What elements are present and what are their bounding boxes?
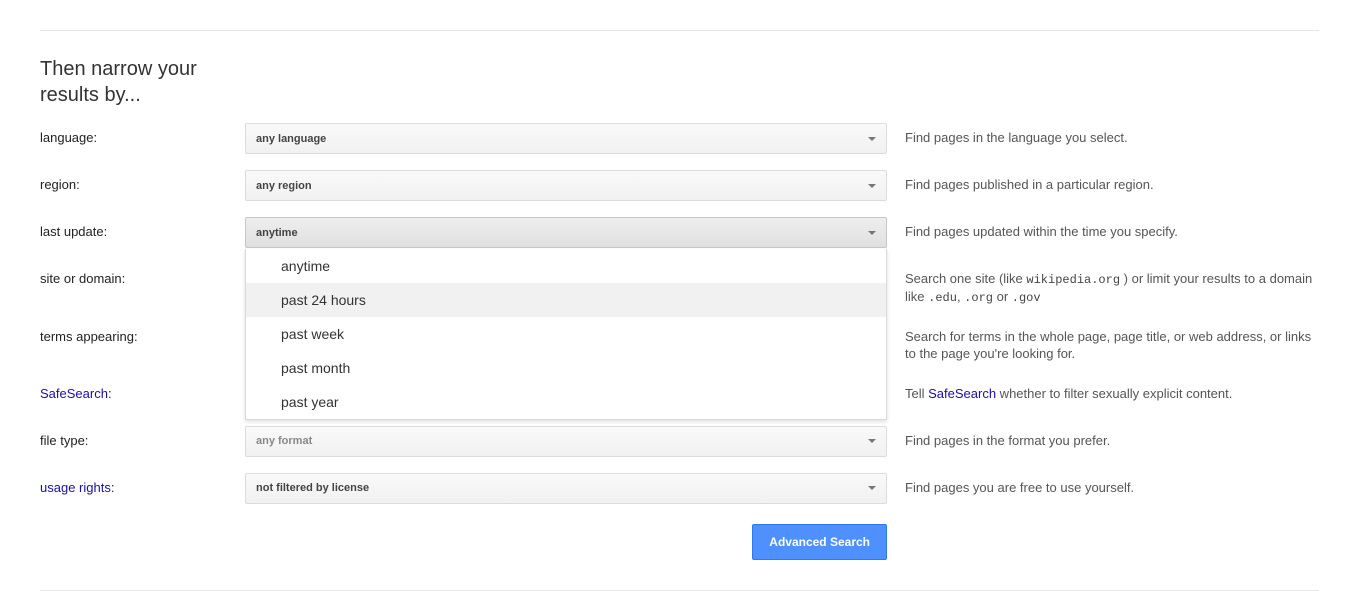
chevron-down-icon [868,184,876,188]
label-safesearch: SafeSearch: [40,379,245,401]
hint-terms: Search for terms in the whole page, page… [887,322,1319,363]
hint-safesearch: Tell SafeSearch whether to filter sexual… [887,379,1319,403]
safesearch-link[interactable]: SafeSearch [40,386,108,401]
row-region: region: any region Find pages published … [40,170,1319,201]
row-last-update: last update: anytime anytime past 24 hou… [40,217,1319,248]
dropdown-region-value: any region [256,180,312,192]
dropdown-last-update[interactable]: anytime [245,217,887,248]
dropdown-language[interactable]: any language [245,123,887,154]
dropdown-language-value: any language [256,133,326,145]
row-language: language: any language Find pages in the… [40,123,1319,154]
label-terms: terms appearing: [40,322,245,344]
advanced-search-button[interactable]: Advanced Search [752,524,887,560]
menu-item-past-month[interactable]: past month [246,351,886,385]
chevron-down-icon [868,439,876,443]
menu-last-update: anytime past 24 hours past week past mon… [245,249,887,420]
button-row: Advanced Search [40,524,1319,560]
code-gov: .gov [1012,291,1041,305]
row-filetype: file type: any format Find pages in the … [40,426,1319,457]
chevron-down-icon [868,137,876,141]
chevron-down-icon [868,486,876,490]
code-wikipedia: wikipedia.org [1026,273,1120,287]
label-region: region: [40,170,245,192]
hint-region: Find pages published in a particular reg… [887,170,1319,194]
dropdown-last-update-value: anytime [256,227,298,239]
section-heading: Then narrow your results by... [40,56,240,108]
usage-rights-link[interactable]: usage rights [40,480,111,495]
label-filetype: file type: [40,426,245,448]
hint-last-update: Find pages updated within the time you s… [887,217,1319,241]
label-last-update: last update: [40,217,245,239]
hint-language: Find pages in the language you select. [887,123,1319,147]
menu-item-anytime[interactable]: anytime [246,249,886,283]
menu-item-past-year[interactable]: past year [246,385,886,419]
hint-usage: Find pages you are free to use yourself. [887,473,1319,497]
dropdown-filetype[interactable]: any format [245,426,887,457]
row-usage: usage rights: not filtered by license Fi… [40,473,1319,504]
dropdown-usage[interactable]: not filtered by license [245,473,887,504]
dropdown-filetype-value: any format [256,435,312,447]
chevron-down-icon [868,231,876,235]
divider-top [40,30,1319,31]
menu-item-past-24-hours[interactable]: past 24 hours [246,283,886,317]
dropdown-region[interactable]: any region [245,170,887,201]
dropdown-usage-value: not filtered by license [256,482,369,494]
label-site: site or domain: [40,264,245,286]
menu-item-past-week[interactable]: past week [246,317,886,351]
code-org: .org [964,291,993,305]
label-usage: usage rights: [40,473,245,495]
hint-site: Search one site (like wikipedia.org ) or… [887,264,1319,306]
code-edu: .edu [928,291,957,305]
hint-filetype: Find pages in the format you prefer. [887,426,1319,450]
label-language: language: [40,123,245,145]
safesearch-hint-link[interactable]: SafeSearch [928,386,996,401]
